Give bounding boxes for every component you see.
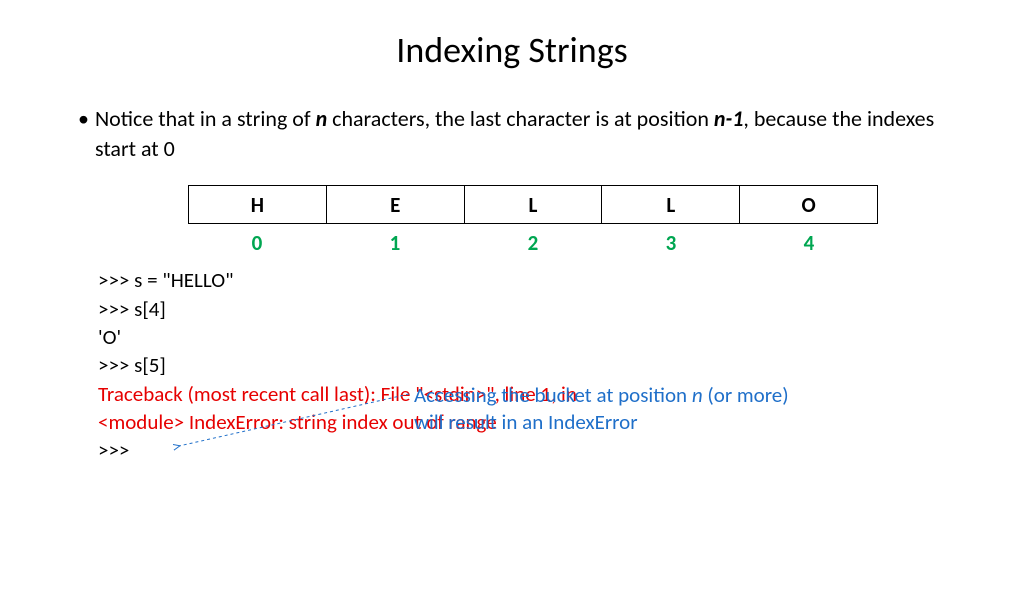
bullet-point: • Notice that in a string of n character…: [78, 104, 946, 163]
bullet-mid: characters, the last character is at pos…: [327, 105, 714, 132]
callout-rest1: (or more): [703, 382, 789, 408]
table-cell: E: [326, 186, 464, 224]
table-cell: O: [740, 186, 878, 224]
slide-title: Indexing Strings: [0, 28, 1024, 72]
code-line: >>> s = "HELLO": [98, 266, 946, 294]
table-cell: L: [602, 186, 740, 224]
index-label: 3: [602, 230, 740, 256]
bullet-marker: •: [78, 104, 89, 134]
table-cell: L: [464, 186, 602, 224]
index-label: 1: [326, 230, 464, 256]
index-label: 4: [740, 230, 878, 256]
bullet-n: n: [316, 105, 328, 132]
bullet-pre: Notice that in a string of: [95, 105, 316, 132]
index-row: 0 1 2 3 4: [188, 230, 878, 256]
string-table-wrap: H E L L O 0 1 2 3 4: [188, 185, 906, 256]
code-line: >>> s[4]: [98, 295, 946, 323]
table-row: H E L L O: [189, 186, 878, 224]
code-line: >>>: [98, 436, 946, 464]
callout-note: Accessing the bucket at position n (or m…: [414, 382, 884, 437]
table-cell: H: [189, 186, 327, 224]
code-line: 'O': [98, 323, 946, 351]
index-label: 2: [464, 230, 602, 256]
callout-line2: will result in an IndexError: [414, 409, 638, 435]
string-table: H E L L O: [188, 185, 878, 224]
bullet-minusone: -1: [726, 105, 744, 132]
index-label: 0: [188, 230, 326, 256]
callout-n: n: [692, 382, 703, 408]
bullet-nminus: n: [714, 105, 726, 132]
bullet-text: Notice that in a string of n characters,…: [95, 104, 946, 163]
callout-pre: Accessing the bucket at position: [414, 382, 692, 408]
code-line: >>> s[5]: [98, 351, 946, 379]
